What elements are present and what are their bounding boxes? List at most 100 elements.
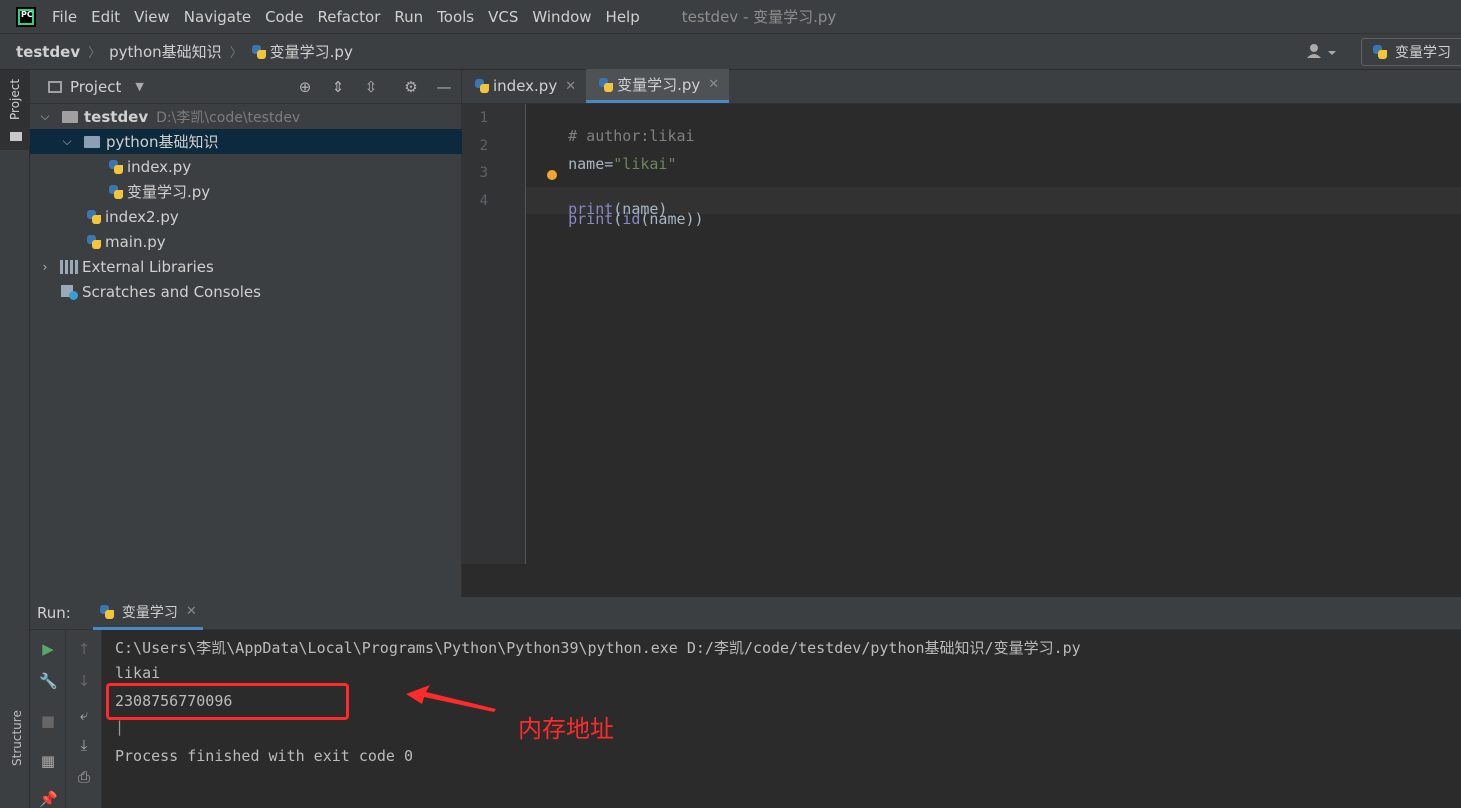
python-file-icon bbox=[108, 159, 124, 175]
tree-item-scratches[interactable]: Scratches and Consoles bbox=[30, 279, 462, 304]
run-toolbar-secondary: ↑ ↓ ⤶ ⤓ ⎙ bbox=[66, 630, 102, 808]
menu-help[interactable]: Help bbox=[606, 8, 640, 26]
run-configuration-label: 变量学习 bbox=[1395, 45, 1451, 61]
collapse-all-icon[interactable]: ⇳ bbox=[362, 78, 380, 96]
line-number: 2 bbox=[479, 138, 488, 154]
menu-tools[interactable]: Tools bbox=[437, 8, 474, 26]
python-file-icon bbox=[598, 77, 614, 93]
menu-file[interactable]: File bbox=[52, 8, 77, 26]
python-file-icon bbox=[86, 209, 102, 225]
menu-window[interactable]: Window bbox=[532, 8, 591, 26]
window-title: testdev - 变量学习.py bbox=[681, 8, 837, 26]
gear-icon[interactable]: ⚙ bbox=[402, 78, 420, 96]
folder-icon bbox=[84, 135, 100, 148]
breadcrumb-separator-icon: 〉 bbox=[229, 46, 243, 61]
tree-item-python-basics[interactable]: ⌵ python基础知识 bbox=[30, 129, 462, 154]
stop-icon[interactable]: ■ bbox=[39, 712, 57, 730]
chevron-right-icon[interactable]: › bbox=[38, 260, 52, 274]
close-icon[interactable]: ✕ bbox=[186, 604, 197, 619]
code-line-4[interactable]: print(id(name)) bbox=[532, 192, 703, 246]
user-account-icon[interactable] bbox=[1306, 42, 1340, 62]
folder-icon bbox=[62, 110, 78, 123]
chevron-down-icon[interactable]: ⌵ bbox=[60, 134, 74, 149]
tree-item-main-py[interactable]: main.py bbox=[30, 229, 462, 254]
run-tab-label: 变量学习 bbox=[121, 604, 178, 621]
run-configuration-selector[interactable]: 变量学习 bbox=[1361, 38, 1461, 66]
tree-item-label: External Libraries bbox=[82, 257, 214, 276]
tree-item-external-libraries[interactable]: › External Libraries bbox=[30, 254, 462, 279]
python-file-icon bbox=[99, 604, 115, 620]
soft-wrap-icon[interactable]: ⤶ bbox=[75, 706, 93, 724]
menu-vcs[interactable]: VCS bbox=[488, 8, 518, 26]
line-number: 1 bbox=[479, 110, 488, 126]
menu-refactor[interactable]: Refactor bbox=[317, 8, 380, 26]
menu-view[interactable]: View bbox=[134, 8, 170, 26]
lightbulb-icon[interactable] bbox=[547, 170, 557, 180]
scroll-to-end-icon[interactable]: ⤓ bbox=[75, 736, 93, 754]
scratches-icon bbox=[60, 284, 78, 300]
structure-tool-label[interactable]: Structure bbox=[10, 710, 24, 766]
tree-item-path: D:\李凯\code\testdev bbox=[156, 109, 301, 126]
tree-item-label: python基础知识 bbox=[106, 133, 219, 151]
breadcrumb-project[interactable]: testdev bbox=[16, 43, 80, 61]
menu-bar: PC File Edit View Navigate Code Refactor… bbox=[0, 0, 1461, 34]
wrench-icon[interactable]: 🔧 bbox=[39, 672, 58, 690]
menu-navigate[interactable]: Navigate bbox=[184, 8, 251, 26]
project-view-icon bbox=[48, 80, 62, 93]
tree-item-index2-py[interactable]: index2.py bbox=[30, 204, 462, 229]
run-toolbar-primary: ▶ 🔧 ■ ▦ 📌 bbox=[30, 630, 66, 808]
layout-icon[interactable]: ▦ bbox=[39, 752, 57, 770]
hide-panel-icon[interactable]: — bbox=[435, 78, 453, 96]
menu-edit[interactable]: Edit bbox=[91, 8, 120, 26]
arrow-down-icon[interactable]: ↓ bbox=[75, 672, 93, 690]
python-file-icon bbox=[1372, 44, 1388, 60]
project-view-title[interactable]: Project bbox=[70, 78, 121, 96]
pin-icon[interactable]: 📌 bbox=[39, 790, 58, 808]
menu-code[interactable]: Code bbox=[265, 8, 303, 26]
tab-variables-py[interactable]: 变量学习.py ✕ bbox=[586, 69, 730, 103]
menu-run[interactable]: Run bbox=[394, 8, 423, 26]
project-tool-label: Project bbox=[8, 78, 22, 120]
close-icon[interactable]: ✕ bbox=[565, 79, 576, 94]
tree-item-label: index.py bbox=[127, 157, 192, 176]
run-tab-variables[interactable]: 变量学习 ✕ bbox=[92, 597, 203, 630]
chevron-down-icon[interactable]: ⌵ bbox=[38, 109, 52, 124]
run-panel-label: Run: bbox=[37, 604, 71, 622]
locate-file-icon[interactable]: ⊕ bbox=[296, 78, 314, 96]
line-number: 4 bbox=[479, 193, 488, 209]
annotation-highlight-box bbox=[106, 683, 349, 720]
tree-item-label: 变量学习.py bbox=[127, 183, 211, 201]
expand-all-icon[interactable]: ⇕ bbox=[329, 78, 347, 96]
code-builtin: id bbox=[622, 210, 641, 228]
editor-tab-bar: index.py ✕ 变量学习.py ✕ bbox=[462, 69, 1461, 104]
pycharm-logo-icon: PC bbox=[16, 6, 36, 27]
tree-item-testdev[interactable]: ⌵ testdev D:\李凯\code\testdev bbox=[30, 104, 462, 129]
breadcrumb-file[interactable]: 变量学习.py bbox=[251, 41, 353, 62]
console-line-exit: Process finished with exit code 0 bbox=[115, 747, 414, 765]
line-number: 3 bbox=[479, 165, 488, 181]
breadcrumb-file-label: 变量学习.py bbox=[269, 43, 353, 61]
run-icon[interactable]: ▶ bbox=[39, 640, 57, 658]
annotation-arrow-icon bbox=[406, 685, 496, 712]
line-number-gutter: 1 2 3 4 bbox=[462, 104, 526, 564]
project-tool-button[interactable]: Project bbox=[0, 70, 30, 150]
run-panel-header: Run: 变量学习 ✕ bbox=[30, 597, 1461, 630]
breadcrumb: testdev 〉 python基础知识 〉 变量学习.py 变量学习 bbox=[0, 34, 1461, 70]
print-icon[interactable]: ⎙ bbox=[75, 768, 93, 786]
project-panel-header: Project ▼ ⊕ ⇕ ⇳ ⚙ — bbox=[30, 70, 461, 104]
tree-item-variables-py[interactable]: 变量学习.py bbox=[30, 179, 462, 204]
arrow-up-icon[interactable]: ↑ bbox=[75, 640, 93, 658]
tab-index-py[interactable]: index.py ✕ bbox=[462, 69, 586, 103]
close-icon[interactable]: ✕ bbox=[708, 77, 719, 92]
python-file-icon bbox=[86, 234, 102, 250]
folder-icon bbox=[10, 132, 22, 141]
chevron-down-icon[interactable]: ▼ bbox=[135, 80, 143, 93]
breadcrumb-separator-icon: 〉 bbox=[88, 46, 102, 61]
tab-label: 变量学习.py bbox=[617, 76, 701, 94]
tree-item-label: Scratches and Consoles bbox=[82, 282, 261, 301]
tree-item-index-py[interactable]: index.py bbox=[30, 154, 462, 179]
code-paren: ( bbox=[613, 210, 623, 228]
breadcrumb-folder[interactable]: python基础知识 bbox=[109, 41, 221, 62]
python-file-icon bbox=[474, 78, 490, 94]
console-line-command: C:\Users\李凯\AppData\Local\Programs\Pytho… bbox=[115, 639, 1081, 657]
